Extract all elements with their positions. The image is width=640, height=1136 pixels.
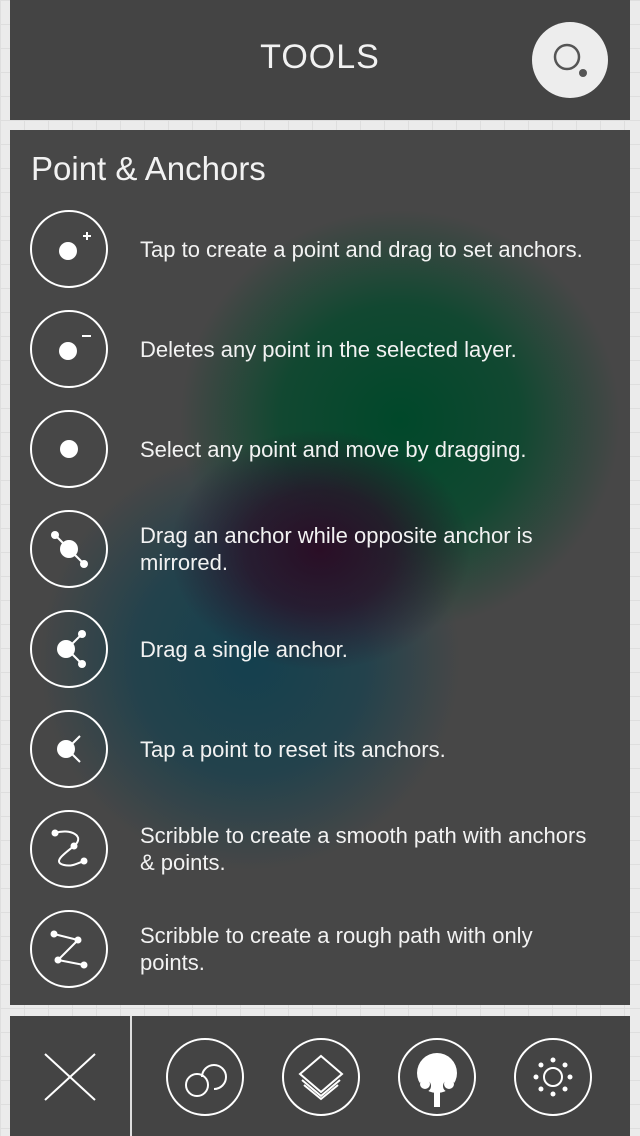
close-icon (44, 1053, 96, 1101)
rough-scribble-icon (50, 930, 88, 969)
tool-description: Select any point and move by dragging. (140, 436, 527, 462)
tool-description: Drag a single anchor. (140, 636, 348, 662)
shapes-icon (185, 1064, 227, 1097)
tool-smooth-scribble[interactable]: Scribble to create a smooth path with an… (10, 810, 630, 910)
bottom-tab-bar (10, 1016, 630, 1136)
tool-description: Drag an anchor while opposite anchor is … (140, 523, 533, 575)
close-button[interactable] (10, 1016, 130, 1136)
search-icon (553, 43, 587, 77)
single-anchor-icon (57, 630, 86, 668)
tool-add-point[interactable]: Tap to create a point and drag to set an… (10, 210, 630, 310)
delete-point-button[interactable] (30, 310, 108, 388)
tool-description: Tap to create a point and drag to set an… (140, 236, 583, 262)
settings-icon-dot (538, 1062, 544, 1068)
tool-select-point[interactable]: Select any point and move by dragging. (10, 410, 630, 510)
tool-description: Tap a point to reset its anchors. (140, 736, 446, 762)
settings-icon-dot (538, 1086, 544, 1092)
rough-scribble-button[interactable] (30, 910, 108, 988)
tab-divider (130, 1016, 132, 1136)
reset-anchors-button[interactable] (30, 710, 108, 788)
tools-panel: Point & Anchors Tap to create a point an… (10, 130, 630, 1005)
smooth-scribble-button[interactable] (30, 810, 108, 888)
settings-icon-dot (550, 1057, 556, 1063)
tab-shapes[interactable] (166, 1038, 244, 1116)
settings-icon-dot (550, 1091, 556, 1097)
reset-anchors-icon (57, 735, 81, 763)
smooth-scribble-icon (51, 829, 88, 867)
tools-screen: TOOLS Point & Anchors Tap to create a po… (0, 0, 640, 1136)
settings-icon-dot (567, 1074, 573, 1080)
settings-icon-dot (533, 1074, 539, 1080)
settings-icon (533, 1057, 573, 1097)
tool-description: Deletes any point in the selected layer. (140, 336, 517, 362)
mirror-anchor-icon (51, 531, 88, 568)
add-point-icon (59, 232, 91, 260)
tool-description: Scribble to create a rough path with onl… (140, 923, 533, 975)
tool-delete-point[interactable]: Deletes any point in the selected layer. (10, 310, 630, 410)
tab-tree[interactable] (398, 1038, 476, 1116)
tab-layers[interactable] (282, 1038, 360, 1116)
settings-icon-dot (562, 1062, 568, 1068)
tree-icon (417, 1053, 457, 1107)
search-button[interactable] (532, 22, 608, 98)
tool-list: Tap to create a point and drag to set an… (10, 210, 630, 1005)
add-point-button[interactable] (30, 210, 108, 288)
select-point-button[interactable] (30, 410, 108, 488)
select-point-icon (60, 440, 78, 458)
layers-icon (298, 1054, 344, 1101)
tool-single-anchor[interactable]: Drag a single anchor. (10, 610, 630, 710)
header-bar: TOOLS (10, 0, 630, 120)
single-anchor-button[interactable] (30, 610, 108, 688)
settings-icon-dot (562, 1086, 568, 1092)
tool-rough-scribble[interactable]: Scribble to create a rough path with onl… (10, 910, 630, 1005)
tool-mirror-anchor[interactable]: Drag an anchor while opposite anchor is … (10, 510, 630, 610)
delete-point-icon (59, 335, 91, 360)
tab-settings[interactable] (514, 1038, 592, 1116)
section-title: Point & Anchors (31, 150, 266, 187)
tool-reset-anchors[interactable]: Tap a point to reset its anchors. (10, 710, 630, 810)
mirror-anchor-button[interactable] (30, 510, 108, 588)
tool-description: Scribble to create a smooth path with an… (140, 823, 587, 875)
